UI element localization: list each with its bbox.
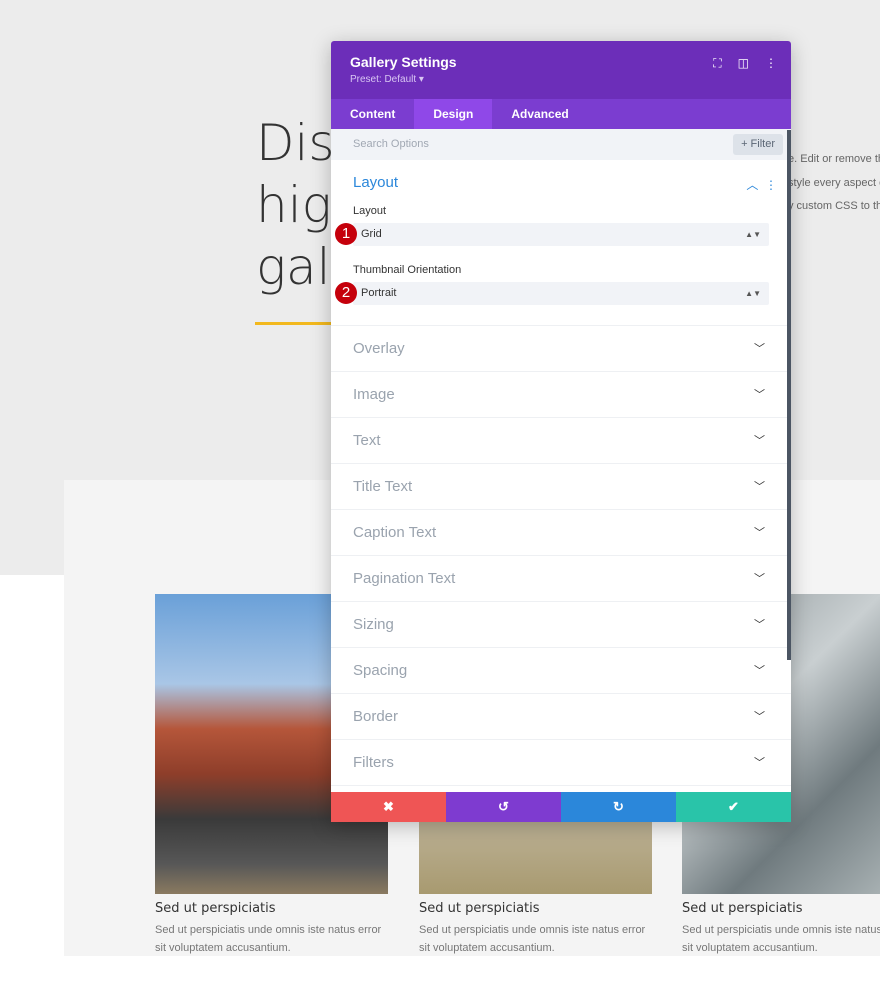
section-label: Pagination Text <box>353 570 456 587</box>
undo-button[interactable]: ↺ <box>446 792 561 822</box>
section-pagination-text[interactable]: Pagination Text ﹀ <box>331 556 791 602</box>
section-label: Filters <box>353 754 394 771</box>
section-label: Overlay <box>353 340 405 357</box>
section-sizing[interactable]: Sizing ﹀ <box>331 602 791 648</box>
chevron-down-icon: ﹀ <box>754 619 765 631</box>
section-label: Image <box>353 386 395 403</box>
panel-header: Gallery Settings Preset: Default ▾ ⛶ ◫ ⋮ <box>331 41 791 99</box>
fullscreen-icon[interactable]: ⛶ <box>713 56 721 71</box>
orientation-label: Thumbnail Orientation <box>353 264 462 276</box>
panel-tabs: Content Design Advanced <box>331 99 791 129</box>
tab-content[interactable]: Content <box>331 99 414 129</box>
section-filters[interactable]: Filters ﹀ <box>331 740 791 786</box>
panel-title: Gallery Settings <box>350 54 457 70</box>
orientation-value: Portrait <box>361 287 397 299</box>
gallery-title: Sed ut perspiciatis <box>682 901 803 916</box>
gallery-caption: Sed ut perspiciatis unde omnis iste natu… <box>419 924 646 954</box>
section-label: Title Text <box>353 478 413 495</box>
section-heading-layout[interactable]: Layout <box>353 174 769 191</box>
body-text: style every aspect o <box>788 177 880 189</box>
section-border[interactable]: Border ﹀ <box>331 694 791 740</box>
split-view-icon[interactable]: ◫ <box>738 56 749 71</box>
chevron-down-icon: ﹀ <box>754 665 765 677</box>
chevron-up-icon[interactable]: ︿ <box>746 178 758 192</box>
section-label: Sizing <box>353 616 394 633</box>
gallery-settings-panel: Gallery Settings Preset: Default ▾ ⛶ ◫ ⋮ C… <box>331 41 791 822</box>
layout-select[interactable]: 1 Grid ▲▼ <box>335 223 769 246</box>
gallery-caption: Sed ut perspiciatis unde omnis iste natu… <box>155 924 382 954</box>
step-badge: 2 <box>335 282 357 304</box>
section-text[interactable]: Text ﹀ <box>331 418 791 464</box>
heading-line: hig <box>256 176 332 234</box>
section-spacing[interactable]: Spacing ﹀ <box>331 648 791 694</box>
gallery-caption: Sed ut perspiciatis unde omnis iste natu… <box>682 924 880 954</box>
body-text: y custom CSS to thi <box>788 200 880 212</box>
section-image[interactable]: Image ﹀ <box>331 372 791 418</box>
section-menu-icon[interactable]: ⋮ <box>765 178 777 192</box>
orientation-select[interactable]: 2 Portrait ▲▼ <box>335 282 769 305</box>
gallery-title: Sed ut perspiciatis <box>155 901 276 916</box>
hero-heading: Dis hig gal <box>256 112 336 298</box>
layout-value: Grid <box>361 228 382 240</box>
heading-line: gal <box>256 238 331 296</box>
save-button[interactable]: ✔ <box>676 792 791 822</box>
chevron-down-icon: ﹀ <box>754 757 765 769</box>
chevron-down-icon: ﹀ <box>754 711 765 723</box>
cancel-button[interactable]: ✖ <box>331 792 446 822</box>
preset-dropdown[interactable]: Preset: Default ▾ <box>350 74 772 85</box>
section-caption-text[interactable]: Caption Text ﹀ <box>331 510 791 556</box>
chevron-down-icon: ﹀ <box>754 527 765 539</box>
section-label: Spacing <box>353 662 408 679</box>
section-label: Text <box>353 432 381 449</box>
heading-line: Dis <box>256 114 335 172</box>
more-options-icon[interactable]: ⋮ <box>765 56 777 71</box>
chevron-down-icon: ﹀ <box>754 389 765 401</box>
section-label: Caption Text <box>353 524 437 541</box>
layout-section: Layout ︿ ⋮ Layout 1 Grid ▲▼ Thumbnail Orie… <box>331 160 791 326</box>
tab-advanced[interactable]: Advanced <box>492 99 587 129</box>
body-text: e. Edit or remove th <box>788 153 880 165</box>
panel-scrollbar[interactable] <box>787 130 791 660</box>
section-title-text[interactable]: Title Text ﹀ <box>331 464 791 510</box>
filter-button[interactable]: + Filter <box>733 134 783 155</box>
search-placeholder: Search Options <box>353 138 429 150</box>
gallery-title: Sed ut perspiciatis <box>419 901 540 916</box>
search-options-input[interactable]: Search Options + Filter <box>331 129 791 160</box>
layout-label: Layout <box>353 205 387 217</box>
chevron-down-icon: ﹀ <box>754 343 765 355</box>
heading-divider <box>255 322 331 325</box>
chevron-down-icon: ﹀ <box>754 573 765 585</box>
select-arrows-icon: ▲▼ <box>745 289 761 298</box>
section-overlay[interactable]: Overlay ﹀ <box>331 326 791 372</box>
select-arrows-icon: ▲▼ <box>745 230 761 239</box>
tab-design[interactable]: Design <box>414 99 493 129</box>
chevron-down-icon: ﹀ <box>754 481 765 493</box>
redo-button[interactable]: ↻ <box>561 792 676 822</box>
panel-footer: ✖ ↺ ↻ ✔ <box>331 792 791 822</box>
chevron-down-icon: ﹀ <box>754 435 765 447</box>
step-badge: 1 <box>335 223 357 245</box>
section-label: Border <box>353 708 399 725</box>
